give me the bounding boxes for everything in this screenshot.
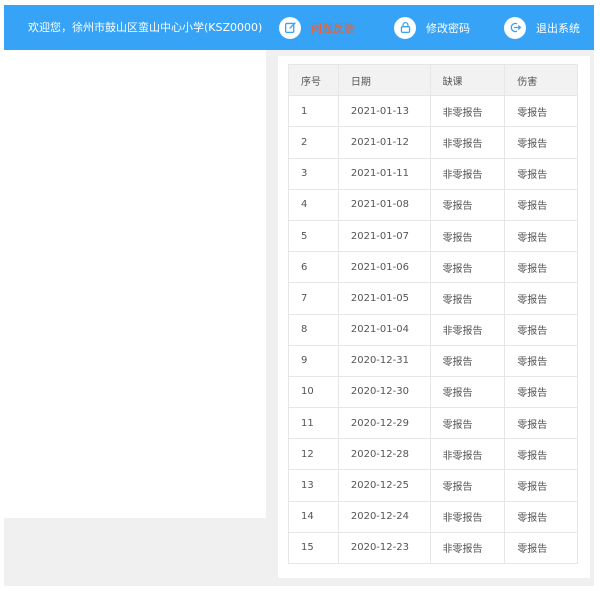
cell-injury: 零报告 — [504, 438, 578, 471]
table-row[interactable]: 8 2021-01-04 非零报告 零报告 — [288, 313, 578, 346]
cell-injury: 零报告 — [504, 126, 578, 159]
cell-date: 2021-01-11 — [337, 157, 431, 190]
cell-date: 2020-12-31 — [337, 344, 431, 377]
cell-index: 4 — [288, 188, 339, 221]
cell-date: 2020-12-23 — [337, 531, 431, 565]
report-table: 序号 日期 缺课 伤害 1 2021-01-13 非零报告 零报告 2 2021-01-1… — [288, 63, 578, 565]
cell-index: 8 — [288, 313, 339, 346]
table-row[interactable]: 13 2020-12-25 零报告 零报告 — [288, 469, 578, 502]
cell-absence: 零报告 — [429, 469, 506, 502]
cell-absence: 非零报告 — [429, 531, 506, 565]
cell-absence: 非零报告 — [429, 95, 506, 128]
cell-absence: 零报告 — [429, 407, 506, 440]
cell-absence: 非零报告 — [429, 313, 506, 346]
cell-index: 12 — [288, 438, 339, 471]
cell-index: 7 — [288, 282, 339, 315]
cell-absence: 零报告 — [429, 344, 506, 377]
logout-icon — [504, 16, 526, 39]
cell-absence: 零报告 — [429, 251, 506, 284]
table-row[interactable]: 2 2021-01-12 非零报告 零报告 — [288, 126, 578, 159]
cell-index: 5 — [288, 219, 339, 253]
cell-index: 6 — [288, 251, 339, 284]
feedback-label: 问题反馈 — [311, 21, 355, 35]
cell-absence: 非零报告 — [429, 438, 506, 471]
top-header-bar: 欢迎您，徐州市鼓山区蛮山中心小学(KSZ0000) 问题反馈 修改密码 退出系统 — [4, 5, 594, 50]
cell-date: 2021-01-06 — [337, 251, 431, 284]
header-absence: 缺课 — [429, 63, 506, 97]
header-date: 日期 — [337, 63, 431, 97]
cell-injury: 零报告 — [504, 469, 578, 502]
table-row[interactable]: 9 2020-12-31 零报告 零报告 — [288, 344, 578, 377]
cell-index: 10 — [288, 375, 339, 409]
cell-index: 9 — [288, 344, 339, 377]
table-row[interactable]: 11 2020-12-29 零报告 零报告 — [288, 407, 578, 440]
table-row[interactable]: 5 2021-01-07 零报告 零报告 — [288, 219, 578, 253]
cell-index: 15 — [288, 531, 339, 565]
cell-index: 13 — [288, 469, 339, 502]
table-row[interactable]: 3 2021-01-11 非零报告 零报告 — [288, 157, 578, 190]
cell-index: 1 — [288, 95, 339, 128]
cell-injury: 零报告 — [504, 188, 578, 221]
table-row[interactable]: 4 2021-01-08 零报告 零报告 — [288, 188, 578, 221]
left-content-panel — [4, 50, 266, 518]
cell-absence: 非零报告 — [429, 157, 506, 190]
cell-date: 2020-12-24 — [337, 500, 431, 533]
report-list-panel: 序号 日期 缺课 伤害 1 2021-01-13 非零报告 零报告 2 2021-01-1… — [278, 56, 590, 578]
table-row[interactable]: 14 2020-12-24 非零报告 零报告 — [288, 500, 578, 533]
cell-date: 2021-01-05 — [337, 282, 431, 315]
cell-date: 2021-01-04 — [337, 313, 431, 346]
header-index: 序号 — [288, 63, 339, 97]
main-area: 序号 日期 缺课 伤害 1 2021-01-13 非零报告 零报告 2 2021-01-1… — [4, 50, 594, 586]
table-row[interactable]: 15 2020-12-23 非零报告 零报告 — [288, 531, 578, 565]
cell-absence: 零报告 — [429, 375, 506, 409]
cell-absence: 零报告 — [429, 219, 506, 253]
cell-absence: 零报告 — [429, 282, 506, 315]
cell-date: 2021-01-12 — [337, 126, 431, 159]
header-injury: 伤害 — [504, 63, 578, 97]
cell-injury: 零报告 — [504, 531, 578, 565]
cell-index: 14 — [288, 500, 339, 533]
cell-absence: 非零报告 — [429, 126, 506, 159]
cell-date: 2020-12-30 — [337, 375, 431, 409]
welcome-text: 欢迎您，徐州市鼓山区蛮山中心小学(KSZ0000) — [28, 21, 263, 34]
cell-injury: 零报告 — [504, 95, 578, 128]
cell-date: 2020-12-29 — [337, 407, 431, 440]
cell-injury: 零报告 — [504, 282, 578, 315]
table-row[interactable]: 12 2020-12-28 非零报告 零报告 — [288, 438, 578, 471]
table-row[interactable]: 6 2021-01-06 零报告 零报告 — [288, 251, 578, 284]
cell-injury: 零报告 — [504, 157, 578, 190]
cell-absence: 零报告 — [429, 188, 506, 221]
logout-label: 退出系统 — [536, 21, 580, 35]
cell-injury: 零报告 — [504, 219, 578, 253]
feedback-button[interactable]: 问题反馈 — [279, 5, 355, 50]
cell-date: 2020-12-25 — [337, 469, 431, 502]
cell-date: 2021-01-13 — [337, 95, 431, 128]
cell-index: 11 — [288, 407, 339, 440]
cell-date: 2020-12-28 — [337, 438, 431, 471]
cell-injury: 零报告 — [504, 313, 578, 346]
cell-injury: 零报告 — [504, 500, 578, 533]
cell-absence: 非零报告 — [429, 500, 506, 533]
cell-date: 2021-01-08 — [337, 188, 431, 221]
cell-injury: 零报告 — [504, 344, 578, 377]
cell-injury: 零报告 — [504, 251, 578, 284]
table-header-row: 序号 日期 缺课 伤害 — [288, 63, 578, 97]
table-row[interactable]: 1 2021-01-13 非零报告 零报告 — [288, 95, 578, 128]
cell-index: 3 — [288, 157, 339, 190]
lock-icon — [394, 16, 416, 39]
cell-index: 2 — [288, 126, 339, 159]
cell-injury: 零报告 — [504, 375, 578, 409]
change-password-button[interactable]: 修改密码 — [394, 5, 470, 50]
logout-button[interactable]: 退出系统 — [504, 5, 580, 50]
edit-icon — [279, 16, 301, 39]
cell-injury: 零报告 — [504, 407, 578, 440]
cell-date: 2021-01-07 — [337, 219, 431, 253]
table-row[interactable]: 10 2020-12-30 零报告 零报告 — [288, 375, 578, 409]
change-password-label: 修改密码 — [426, 21, 470, 35]
table-row[interactable]: 7 2021-01-05 零报告 零报告 — [288, 282, 578, 315]
